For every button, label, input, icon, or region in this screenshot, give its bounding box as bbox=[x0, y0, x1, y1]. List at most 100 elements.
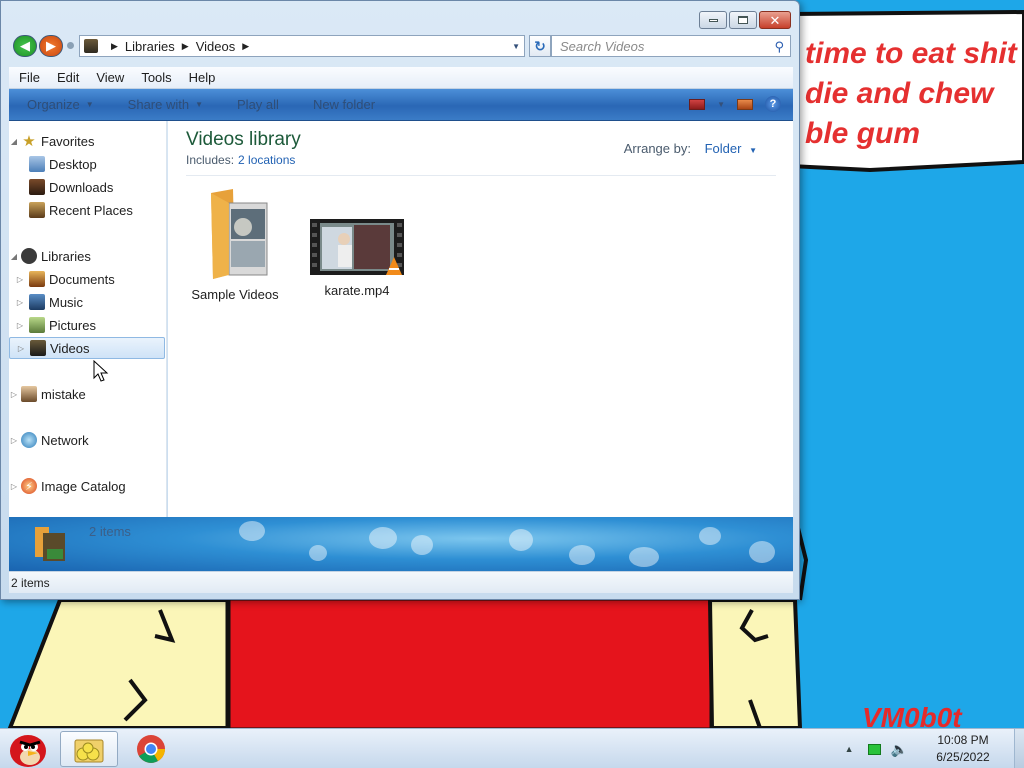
expand-icon[interactable]: ▷ bbox=[9, 436, 19, 445]
expand-icon[interactable]: ▷ bbox=[15, 321, 25, 330]
collapse-icon[interactable]: ◢ bbox=[9, 252, 19, 261]
tree-item-image-catalog[interactable]: ▷ ⚡ Image Catalog bbox=[9, 475, 165, 497]
details-pane: 2 items bbox=[9, 517, 793, 571]
network-status-icon[interactable] bbox=[867, 743, 881, 755]
new-folder-button[interactable]: New folder bbox=[313, 97, 375, 112]
caption-buttons: ✕ bbox=[699, 11, 791, 29]
preview-pane-icon[interactable] bbox=[737, 98, 753, 110]
search-box[interactable]: ⚲ bbox=[551, 35, 791, 57]
file-item-sample-videos[interactable]: Sample Videos bbox=[180, 185, 290, 302]
tree-item-libraries[interactable]: ◢ Libraries bbox=[9, 245, 165, 267]
change-view-icon[interactable] bbox=[689, 98, 706, 110]
organize-label: Organize bbox=[27, 97, 80, 112]
taskbar-explorer-button[interactable] bbox=[60, 731, 118, 767]
menu-file[interactable]: File bbox=[19, 70, 40, 85]
star-icon: ★ bbox=[22, 133, 36, 150]
chevron-down-icon[interactable]: ▼ bbox=[749, 146, 757, 155]
tree-item-pictures[interactable]: ▷ Pictures bbox=[9, 314, 165, 336]
library-title: Videos library bbox=[186, 129, 301, 150]
clock[interactable]: 10:08 PM 6/25/2022 bbox=[928, 732, 998, 766]
bokeh-decoration bbox=[749, 541, 775, 563]
organize-button[interactable]: Organize ▼ bbox=[27, 97, 94, 112]
library-includes: Includes: 2 locations bbox=[186, 153, 295, 167]
downloads-icon bbox=[29, 179, 45, 195]
refresh-button[interactable]: ↻ bbox=[529, 35, 551, 57]
maximize-button[interactable] bbox=[729, 11, 757, 29]
forward-arrow-icon: ▶ bbox=[46, 38, 56, 53]
volume-icon[interactable]: 🔈 bbox=[891, 741, 908, 758]
tree-item-music[interactable]: ▷ Music bbox=[9, 291, 165, 313]
user-folder-icon bbox=[21, 386, 37, 402]
forward-button[interactable]: ▶ bbox=[39, 35, 63, 57]
favorites-label: Favorites bbox=[41, 133, 95, 149]
search-input[interactable] bbox=[560, 38, 760, 54]
arrange-by-dropdown[interactable]: Folder bbox=[705, 141, 742, 156]
show-desktop-button[interactable] bbox=[1014, 729, 1024, 768]
breadcrumb-separator-icon[interactable]: ▶ bbox=[242, 41, 249, 52]
tree-item-recent-places[interactable]: Recent Places bbox=[9, 199, 165, 221]
details-item-count: 2 items bbox=[89, 524, 131, 539]
help-icon[interactable]: ? bbox=[765, 96, 781, 112]
bokeh-decoration bbox=[369, 527, 397, 549]
breadcrumb-videos[interactable]: Videos bbox=[196, 39, 236, 54]
tree-item-documents[interactable]: ▷ Documents bbox=[9, 268, 165, 290]
back-arrow-icon: ◀ bbox=[20, 38, 30, 53]
mouse-cursor-icon bbox=[93, 360, 109, 382]
includes-label: Includes: bbox=[186, 153, 235, 167]
expand-icon[interactable]: ▷ bbox=[15, 275, 25, 284]
documents-label: Documents bbox=[49, 271, 115, 287]
videos-label: Videos bbox=[50, 340, 90, 356]
tree-item-downloads[interactable]: Downloads bbox=[9, 176, 165, 198]
command-bar: Organize ▼ Share with ▼ Play all New folde… bbox=[9, 89, 793, 121]
breadcrumb-separator-icon[interactable]: ▶ bbox=[182, 41, 189, 52]
breadcrumb-separator-icon[interactable]: ▶ bbox=[111, 41, 118, 52]
menu-tools[interactable]: Tools bbox=[141, 70, 171, 85]
bokeh-decoration bbox=[569, 545, 595, 565]
chrome-icon bbox=[137, 735, 165, 763]
close-button[interactable]: ✕ bbox=[759, 11, 791, 29]
share-with-label: Share with bbox=[127, 97, 190, 112]
music-label: Music bbox=[49, 294, 83, 310]
maximize-icon bbox=[738, 16, 748, 24]
desktop-label: Desktop bbox=[49, 156, 97, 172]
arrange-by: Arrange by: Folder ▼ bbox=[624, 141, 757, 156]
chevron-down-icon: ▼ bbox=[195, 100, 204, 109]
video-thumbnail-icon bbox=[310, 219, 404, 275]
recent-pages-button[interactable] bbox=[67, 42, 74, 49]
start-button[interactable] bbox=[4, 729, 54, 768]
system-tray: ▲ 🔈 10:08 PM 6/25/2022 bbox=[845, 729, 1024, 768]
view-options-dropdown-icon[interactable]: ▼ bbox=[717, 100, 725, 109]
address-bar[interactable]: ▶ Libraries ▶ Videos ▶ ▼ bbox=[79, 35, 525, 57]
tree-item-videos[interactable]: ▷ Videos bbox=[9, 337, 165, 359]
show-hidden-icons-icon[interactable]: ▲ bbox=[845, 744, 854, 754]
menu-edit[interactable]: Edit bbox=[57, 70, 79, 85]
back-button[interactable]: ◀ bbox=[13, 35, 37, 57]
minimize-button[interactable] bbox=[699, 11, 727, 29]
menu-help[interactable]: Help bbox=[189, 70, 216, 85]
search-icon[interactable]: ⚲ bbox=[774, 39, 784, 55]
expand-icon[interactable]: ▷ bbox=[16, 344, 26, 353]
file-item-karate-mp4[interactable]: karate.mp4 bbox=[302, 217, 412, 298]
menu-view[interactable]: View bbox=[96, 70, 124, 85]
tree-item-desktop[interactable]: Desktop bbox=[9, 153, 165, 175]
tree-item-network[interactable]: ▷ Network bbox=[9, 429, 165, 451]
locations-link[interactable]: 2 locations bbox=[238, 153, 295, 167]
library-large-icon bbox=[35, 527, 65, 561]
bokeh-decoration bbox=[699, 527, 721, 545]
play-all-button[interactable]: Play all bbox=[237, 97, 279, 112]
tree-item-favorites[interactable]: ◢ ★ Favorites bbox=[9, 130, 165, 152]
nav-arrows: ◀ ▶ bbox=[13, 35, 63, 57]
share-with-button[interactable]: Share with ▼ bbox=[128, 97, 203, 112]
tree-item-mistake[interactable]: ▷ mistake bbox=[9, 383, 165, 405]
close-icon: ✕ bbox=[769, 12, 781, 28]
expand-icon[interactable]: ▷ bbox=[15, 298, 25, 307]
collapse-icon[interactable]: ◢ bbox=[9, 137, 19, 146]
address-dropdown-icon[interactable]: ▼ bbox=[512, 42, 520, 51]
expand-icon[interactable]: ▷ bbox=[9, 482, 19, 491]
minimize-icon bbox=[708, 18, 718, 22]
image-catalog-label: Image Catalog bbox=[41, 478, 126, 494]
expand-icon[interactable]: ▷ bbox=[9, 390, 19, 399]
taskbar-chrome-button[interactable] bbox=[122, 731, 180, 767]
breadcrumb-libraries[interactable]: Libraries bbox=[125, 39, 175, 54]
file-name: Sample Videos bbox=[191, 287, 279, 302]
